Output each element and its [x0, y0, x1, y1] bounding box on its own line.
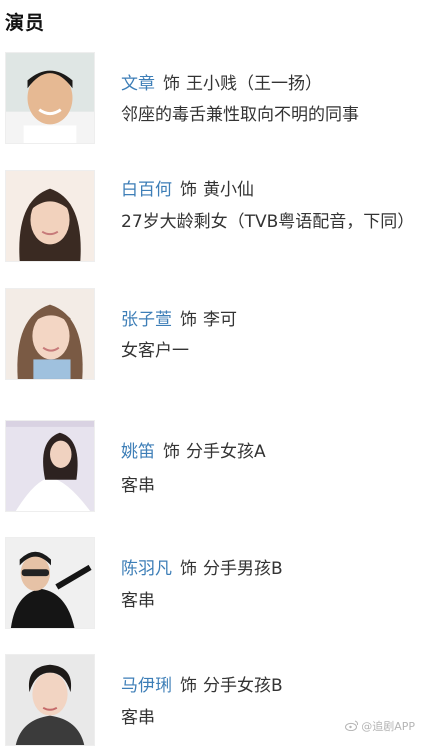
cast-credit-line: 文章饰王小贱（王一扬）: [121, 69, 322, 94]
as-label: 饰: [163, 442, 180, 462]
role-description: 邻座的毒舌兼性取向不明的同事: [121, 105, 359, 125]
as-label: 饰: [180, 676, 197, 696]
role-name: 王小贱（王一扬）: [186, 74, 322, 94]
role-description: 27岁大龄剩女（TVB粤语配音，下同）: [121, 212, 415, 232]
cast-credit-line: 马伊琍饰分手女孩B: [121, 671, 283, 696]
role-description: 客串: [121, 591, 155, 611]
actor-name-link[interactable]: 姚笛: [121, 442, 155, 462]
portrait-image: [6, 53, 94, 143]
as-label: 饰: [163, 74, 180, 94]
as-label: 饰: [180, 180, 197, 200]
weibo-icon: [345, 720, 359, 734]
portrait-image: [6, 538, 94, 628]
cast-credit-line: 陈羽凡饰分手男孩B: [121, 554, 283, 579]
role-name: 李可: [203, 310, 237, 330]
watermark-text: @追剧APP: [361, 720, 415, 733]
role-name: 黄小仙: [203, 180, 254, 200]
as-label: 饰: [180, 559, 197, 579]
actor-photo[interactable]: [5, 288, 95, 380]
portrait-image: [6, 171, 94, 261]
actor-photo[interactable]: [5, 52, 95, 144]
actor-name-link[interactable]: 白百何: [121, 180, 172, 200]
actor-photo[interactable]: [5, 654, 95, 746]
actor-photo[interactable]: [5, 170, 95, 262]
as-label: 饰: [180, 310, 197, 330]
portrait-image: [6, 655, 94, 745]
portrait-image: [6, 289, 94, 379]
role-name: 分手女孩A: [186, 442, 266, 462]
cast-credit-line: 张子萱饰李可: [121, 305, 237, 330]
role-description: 客串: [121, 476, 155, 496]
actor-name-link[interactable]: 张子萱: [121, 310, 172, 330]
actor-photo[interactable]: [5, 537, 95, 629]
section-title: 演员: [5, 12, 46, 34]
cast-credit-line: 姚笛饰分手女孩A: [121, 437, 266, 462]
role-name: 分手女孩B: [203, 676, 283, 696]
actor-name-link[interactable]: 陈羽凡: [121, 559, 172, 579]
portrait-image: [6, 421, 94, 511]
actor-photo[interactable]: [5, 420, 95, 512]
cast-credit-line: 白百何饰黄小仙: [121, 175, 254, 200]
role-name: 分手男孩B: [203, 559, 283, 579]
actor-name-link[interactable]: 马伊琍: [121, 676, 172, 696]
watermark: @追剧APP: [345, 718, 415, 734]
actor-name-link[interactable]: 文章: [121, 74, 155, 94]
role-description: 女客户一: [121, 341, 189, 361]
